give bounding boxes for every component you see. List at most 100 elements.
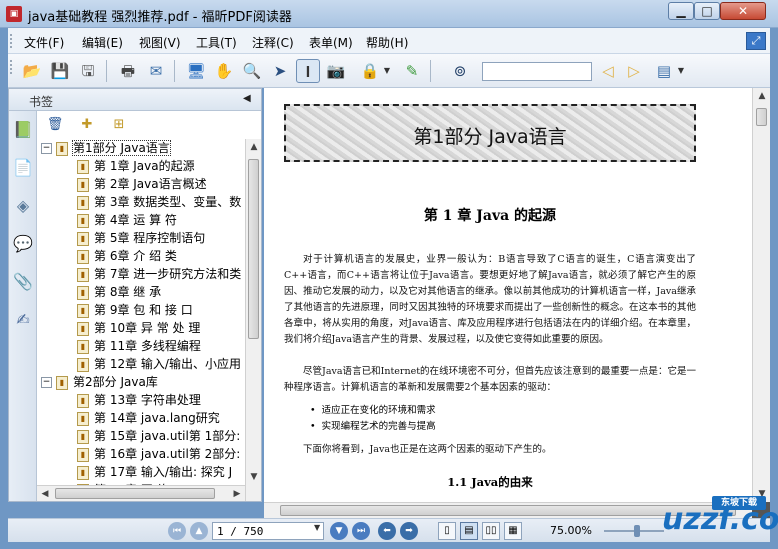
- zoom-slider-handle[interactable]: [634, 525, 640, 537]
- save-as-icon[interactable]: 🖫: [76, 59, 100, 83]
- scroll-up-icon[interactable]: ▲: [754, 88, 770, 104]
- scroll-down-icon[interactable]: ▼: [246, 469, 262, 485]
- expand-toggle-icon[interactable]: −: [41, 377, 52, 388]
- bookmark-chapter-item[interactable]: ▮ 第 15章 java.util第 1部分:: [77, 427, 240, 445]
- find-previous-icon[interactable]: ◁: [596, 59, 620, 83]
- pdf-page[interactable]: 第1部分 Java语言 第 1 章 Java 的起源 对于计算机语言的发展史，业…: [264, 88, 752, 502]
- bookmark-chapter-item[interactable]: ▮ 第 9章 包 和 接 口: [77, 301, 193, 319]
- find-next-icon[interactable]: ▷: [622, 59, 646, 83]
- first-page-icon[interactable]: ⏮: [168, 522, 186, 540]
- fullscreen-icon[interactable]: ⤢: [746, 32, 766, 50]
- bookmark-part-item[interactable]: − ▮ 第2部分 Java库: [41, 373, 158, 391]
- bookmark-chapter-item[interactable]: ▮ 第 14章 java.lang研究: [77, 409, 220, 427]
- next-page-icon[interactable]: ▼: [330, 522, 348, 540]
- bookmark-panel-icon[interactable]: 📗: [13, 119, 33, 141]
- go-forward-icon[interactable]: ➡: [400, 522, 418, 540]
- scroll-thumb[interactable]: [55, 488, 215, 499]
- bookmark-label: 第 16章 java.util第 2部分:: [94, 447, 241, 461]
- save-icon[interactable]: 💾: [48, 59, 72, 83]
- go-back-icon[interactable]: ⬅: [378, 522, 396, 540]
- continuous-view-icon[interactable]: ▤: [460, 522, 478, 540]
- bookmark-chapter-item[interactable]: ▮ 第 1章 Java的起源: [77, 157, 195, 175]
- chevron-down-icon[interactable]: ▼: [676, 59, 686, 83]
- single-page-view-icon[interactable]: ▯: [438, 522, 456, 540]
- bookmark-chapter-item[interactable]: ▮ 第 12章 输入/输出、小应用: [77, 355, 241, 373]
- sign-pen-icon[interactable]: ✎: [400, 59, 424, 83]
- bookmark-icon: ▮: [77, 357, 89, 372]
- continuous-facing-view-icon[interactable]: ▦: [504, 522, 522, 540]
- rms-lock-icon[interactable]: 🔒: [358, 59, 382, 83]
- attachments-panel-icon[interactable]: 📎: [13, 271, 33, 293]
- layers-panel-icon[interactable]: ◈: [13, 195, 33, 217]
- scroll-up-icon[interactable]: ▲: [246, 139, 262, 155]
- bookmark-chapter-item[interactable]: ▮ 第 7章 进一步研究方法和类: [77, 265, 241, 283]
- previous-page-icon[interactable]: ▲: [190, 522, 208, 540]
- search-input[interactable]: [482, 62, 592, 81]
- hand-tool-icon[interactable]: ✋: [212, 59, 236, 83]
- bookmark-icon: ▮: [77, 195, 89, 210]
- menu-form[interactable]: 表单(M): [309, 34, 353, 51]
- bookmark-chapter-item[interactable]: ▮ 第 2章 Java语言概述: [77, 175, 207, 193]
- open-folder-icon[interactable]: 📂: [20, 59, 44, 83]
- toolbar-separator: [106, 60, 107, 82]
- email-icon[interactable]: ✉: [144, 59, 168, 83]
- zoom-slider[interactable]: [604, 525, 664, 537]
- document-menu-icon[interactable]: ▤: [652, 59, 676, 83]
- bookmark-chapter-item[interactable]: ▮ 第 13章 字符串处理: [77, 391, 201, 409]
- maximize-button[interactable]: □: [694, 2, 720, 20]
- text-select-icon[interactable]: 𝐈: [296, 59, 320, 83]
- comments-panel-icon[interactable]: 💬: [13, 233, 33, 255]
- add-child-bookmark-icon[interactable]: ⊞: [109, 115, 129, 135]
- bookmark-chapter-item[interactable]: ▮ 第 8章 继 承: [77, 283, 161, 301]
- presentation-icon[interactable]: 🖥: [184, 59, 208, 83]
- facing-view-icon[interactable]: ▯▯: [482, 522, 500, 540]
- bookmark-chapter-item[interactable]: ▮ 第 16章 java.util第 2部分:: [77, 445, 240, 463]
- scroll-thumb[interactable]: [248, 159, 259, 339]
- bookmark-chapter-item[interactable]: ▮ 第 10章 异 常 处 理: [77, 319, 200, 337]
- bookmarks-horizontal-scrollbar[interactable]: ◀ ▶: [37, 485, 245, 501]
- collapse-panel-icon[interactable]: ◀: [243, 93, 251, 104]
- bookmark-part-item[interactable]: − ▮ 第1部分 Java语言: [41, 139, 171, 157]
- chevron-down-icon[interactable]: ▼: [314, 523, 320, 532]
- page-number-input[interactable]: [212, 522, 324, 540]
- snapshot-icon[interactable]: 📷: [324, 59, 348, 83]
- bookmark-label: 第 2章 Java语言概述: [94, 177, 207, 191]
- menu-grip[interactable]: [10, 34, 14, 48]
- zoom-level: 75.00%: [550, 524, 592, 537]
- bookmark-chapter-item[interactable]: ▮ 第 4章 运 算 符: [77, 211, 177, 229]
- bookmark-chapter-item[interactable]: ▮ 第 11章 多线程编程: [77, 337, 201, 355]
- bookmark-chapter-item[interactable]: ▮ 第 6章 介 绍 类: [77, 247, 177, 265]
- binoculars-icon[interactable]: ⊚: [448, 59, 472, 83]
- bookmarks-vertical-scrollbar[interactable]: ▲ ▼: [245, 139, 261, 501]
- scroll-right-icon[interactable]: ▶: [229, 486, 245, 502]
- menu-edit[interactable]: 编辑(E): [82, 34, 123, 51]
- bookmark-chapter-item[interactable]: ▮ 第 17章 输入/输出: 探究 J: [77, 463, 232, 481]
- menu-view[interactable]: 视图(V): [139, 34, 181, 51]
- pages-panel-icon[interactable]: 📄: [13, 157, 33, 179]
- delete-bookmark-icon[interactable]: 🗑: [45, 115, 65, 135]
- scroll-left-icon[interactable]: ◀: [37, 486, 53, 502]
- last-page-icon[interactable]: ⏭: [352, 522, 370, 540]
- document-view[interactable]: 第1部分 Java语言 第 1 章 Java 的起源 对于计算机语言的发展史，业…: [264, 88, 770, 518]
- bookmarks-panel: 书签 ◀ 📗 📄 ◈ 💬 📎 ✍ 🗑 ✚ ⊞ − ▮ 第1部分 Java语言 ▮ 第 1…: [8, 88, 262, 502]
- menu-bar: 文件(F) 编辑(E) 视图(V) 工具(T) 注释(C) 表单(M) 帮助(H…: [8, 28, 770, 54]
- add-bookmark-icon[interactable]: ✚: [77, 115, 97, 135]
- close-button[interactable]: ✕: [720, 2, 766, 20]
- menu-comment[interactable]: 注释(C): [252, 34, 294, 51]
- expand-toggle-icon[interactable]: −: [41, 143, 52, 154]
- zoom-tool-icon[interactable]: 🔍: [240, 59, 264, 83]
- document-vertical-scrollbar[interactable]: ▲ ▼: [752, 88, 770, 502]
- bookmark-chapter-item[interactable]: ▮ 第 3章 数据类型、变量、数: [77, 193, 241, 211]
- bookmark-icon: ▮: [56, 141, 68, 156]
- menu-help[interactable]: 帮助(H): [366, 34, 408, 51]
- select-arrow-icon[interactable]: ➤: [268, 59, 292, 83]
- menu-tools[interactable]: 工具(T): [196, 34, 237, 51]
- print-icon[interactable]: 🖶: [116, 59, 140, 83]
- menu-file[interactable]: 文件(F): [24, 34, 64, 51]
- signatures-panel-icon[interactable]: ✍: [13, 309, 33, 331]
- minimize-button[interactable]: ▁: [668, 2, 694, 20]
- scroll-thumb[interactable]: [756, 108, 767, 126]
- chevron-down-icon[interactable]: ▼: [382, 59, 392, 83]
- bookmark-chapter-item[interactable]: ▮ 第 5章 程序控制语句: [77, 229, 205, 247]
- toolbar-grip[interactable]: [10, 60, 14, 74]
